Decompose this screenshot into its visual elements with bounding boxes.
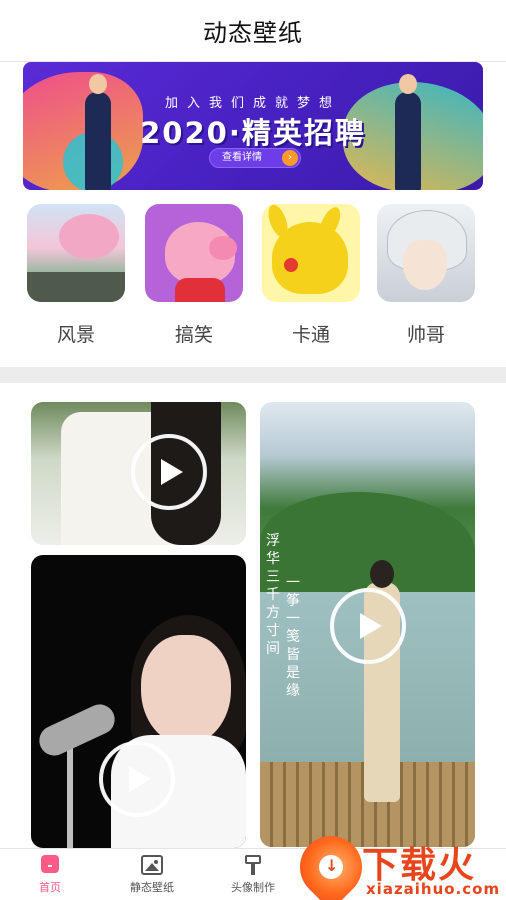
category-scenery[interactable]: 风景 bbox=[27, 204, 127, 359]
peppa-pig-thumbnail bbox=[145, 204, 243, 302]
arrow-right-icon: › bbox=[282, 150, 298, 166]
watermark-domain: xiazaihuo.com bbox=[366, 880, 501, 898]
nav-item-avatar-maker[interactable]: 头像制作 bbox=[203, 855, 303, 895]
video-card[interactable] bbox=[31, 402, 246, 545]
play-icon[interactable] bbox=[330, 588, 406, 664]
banner-details-button[interactable]: 查看详情 › bbox=[209, 148, 301, 168]
brush-icon bbox=[242, 855, 264, 875]
category-label: 搞笑 bbox=[174, 324, 213, 346]
banner-subtitle: 加入我们成就梦想 bbox=[164, 96, 341, 111]
category-row: 风景 搞笑 卡通 帅哥 bbox=[0, 204, 506, 364]
picture-icon bbox=[141, 855, 163, 875]
play-icon[interactable] bbox=[131, 434, 207, 510]
home-icon bbox=[39, 855, 61, 875]
nav-item-label: 首页 bbox=[39, 881, 61, 894]
nav-item-static-wallpaper[interactable]: 静态壁纸 bbox=[102, 855, 202, 895]
category-cartoon[interactable]: 卡通 bbox=[262, 204, 362, 359]
promo-banner[interactable]: 加入我们成就梦想 2020·精英招聘 查看详情 › bbox=[23, 62, 483, 190]
pikachu-thumbnail bbox=[262, 204, 360, 302]
video-card[interactable]: 浮华三千方寸间 一筝一笺皆是缘 bbox=[260, 402, 475, 847]
microphone-illustration bbox=[34, 699, 120, 761]
banner-headline: 2020·精英招聘 bbox=[140, 116, 366, 150]
section-divider bbox=[0, 367, 506, 383]
category-label: 卡通 bbox=[291, 324, 330, 346]
category-handsome[interactable]: 帅哥 bbox=[377, 204, 477, 359]
app-header: 动态壁纸 bbox=[0, 0, 506, 62]
video-poem-line: 浮华三千方寸间 bbox=[266, 533, 280, 657]
category-label: 风景 bbox=[56, 324, 95, 346]
category-funny[interactable]: 搞笑 bbox=[145, 204, 245, 359]
watermark-logo: 下载火 xiazaihuo.com bbox=[287, 823, 506, 900]
scenery-thumbnail bbox=[27, 204, 125, 302]
banner-button-label: 查看详情 bbox=[222, 152, 262, 163]
nav-item-home[interactable]: 首页 bbox=[0, 855, 100, 895]
anime-boy-thumbnail bbox=[377, 204, 475, 302]
video-poem-line: 一筝一笺皆是缘 bbox=[286, 575, 300, 699]
page-title: 动态壁纸 bbox=[203, 19, 303, 47]
nav-item-label: 头像制作 bbox=[231, 881, 275, 894]
video-card[interactable] bbox=[31, 555, 246, 848]
category-label: 帅哥 bbox=[406, 324, 445, 346]
play-icon[interactable] bbox=[99, 741, 175, 817]
nav-item-label: 静态壁纸 bbox=[130, 881, 174, 894]
